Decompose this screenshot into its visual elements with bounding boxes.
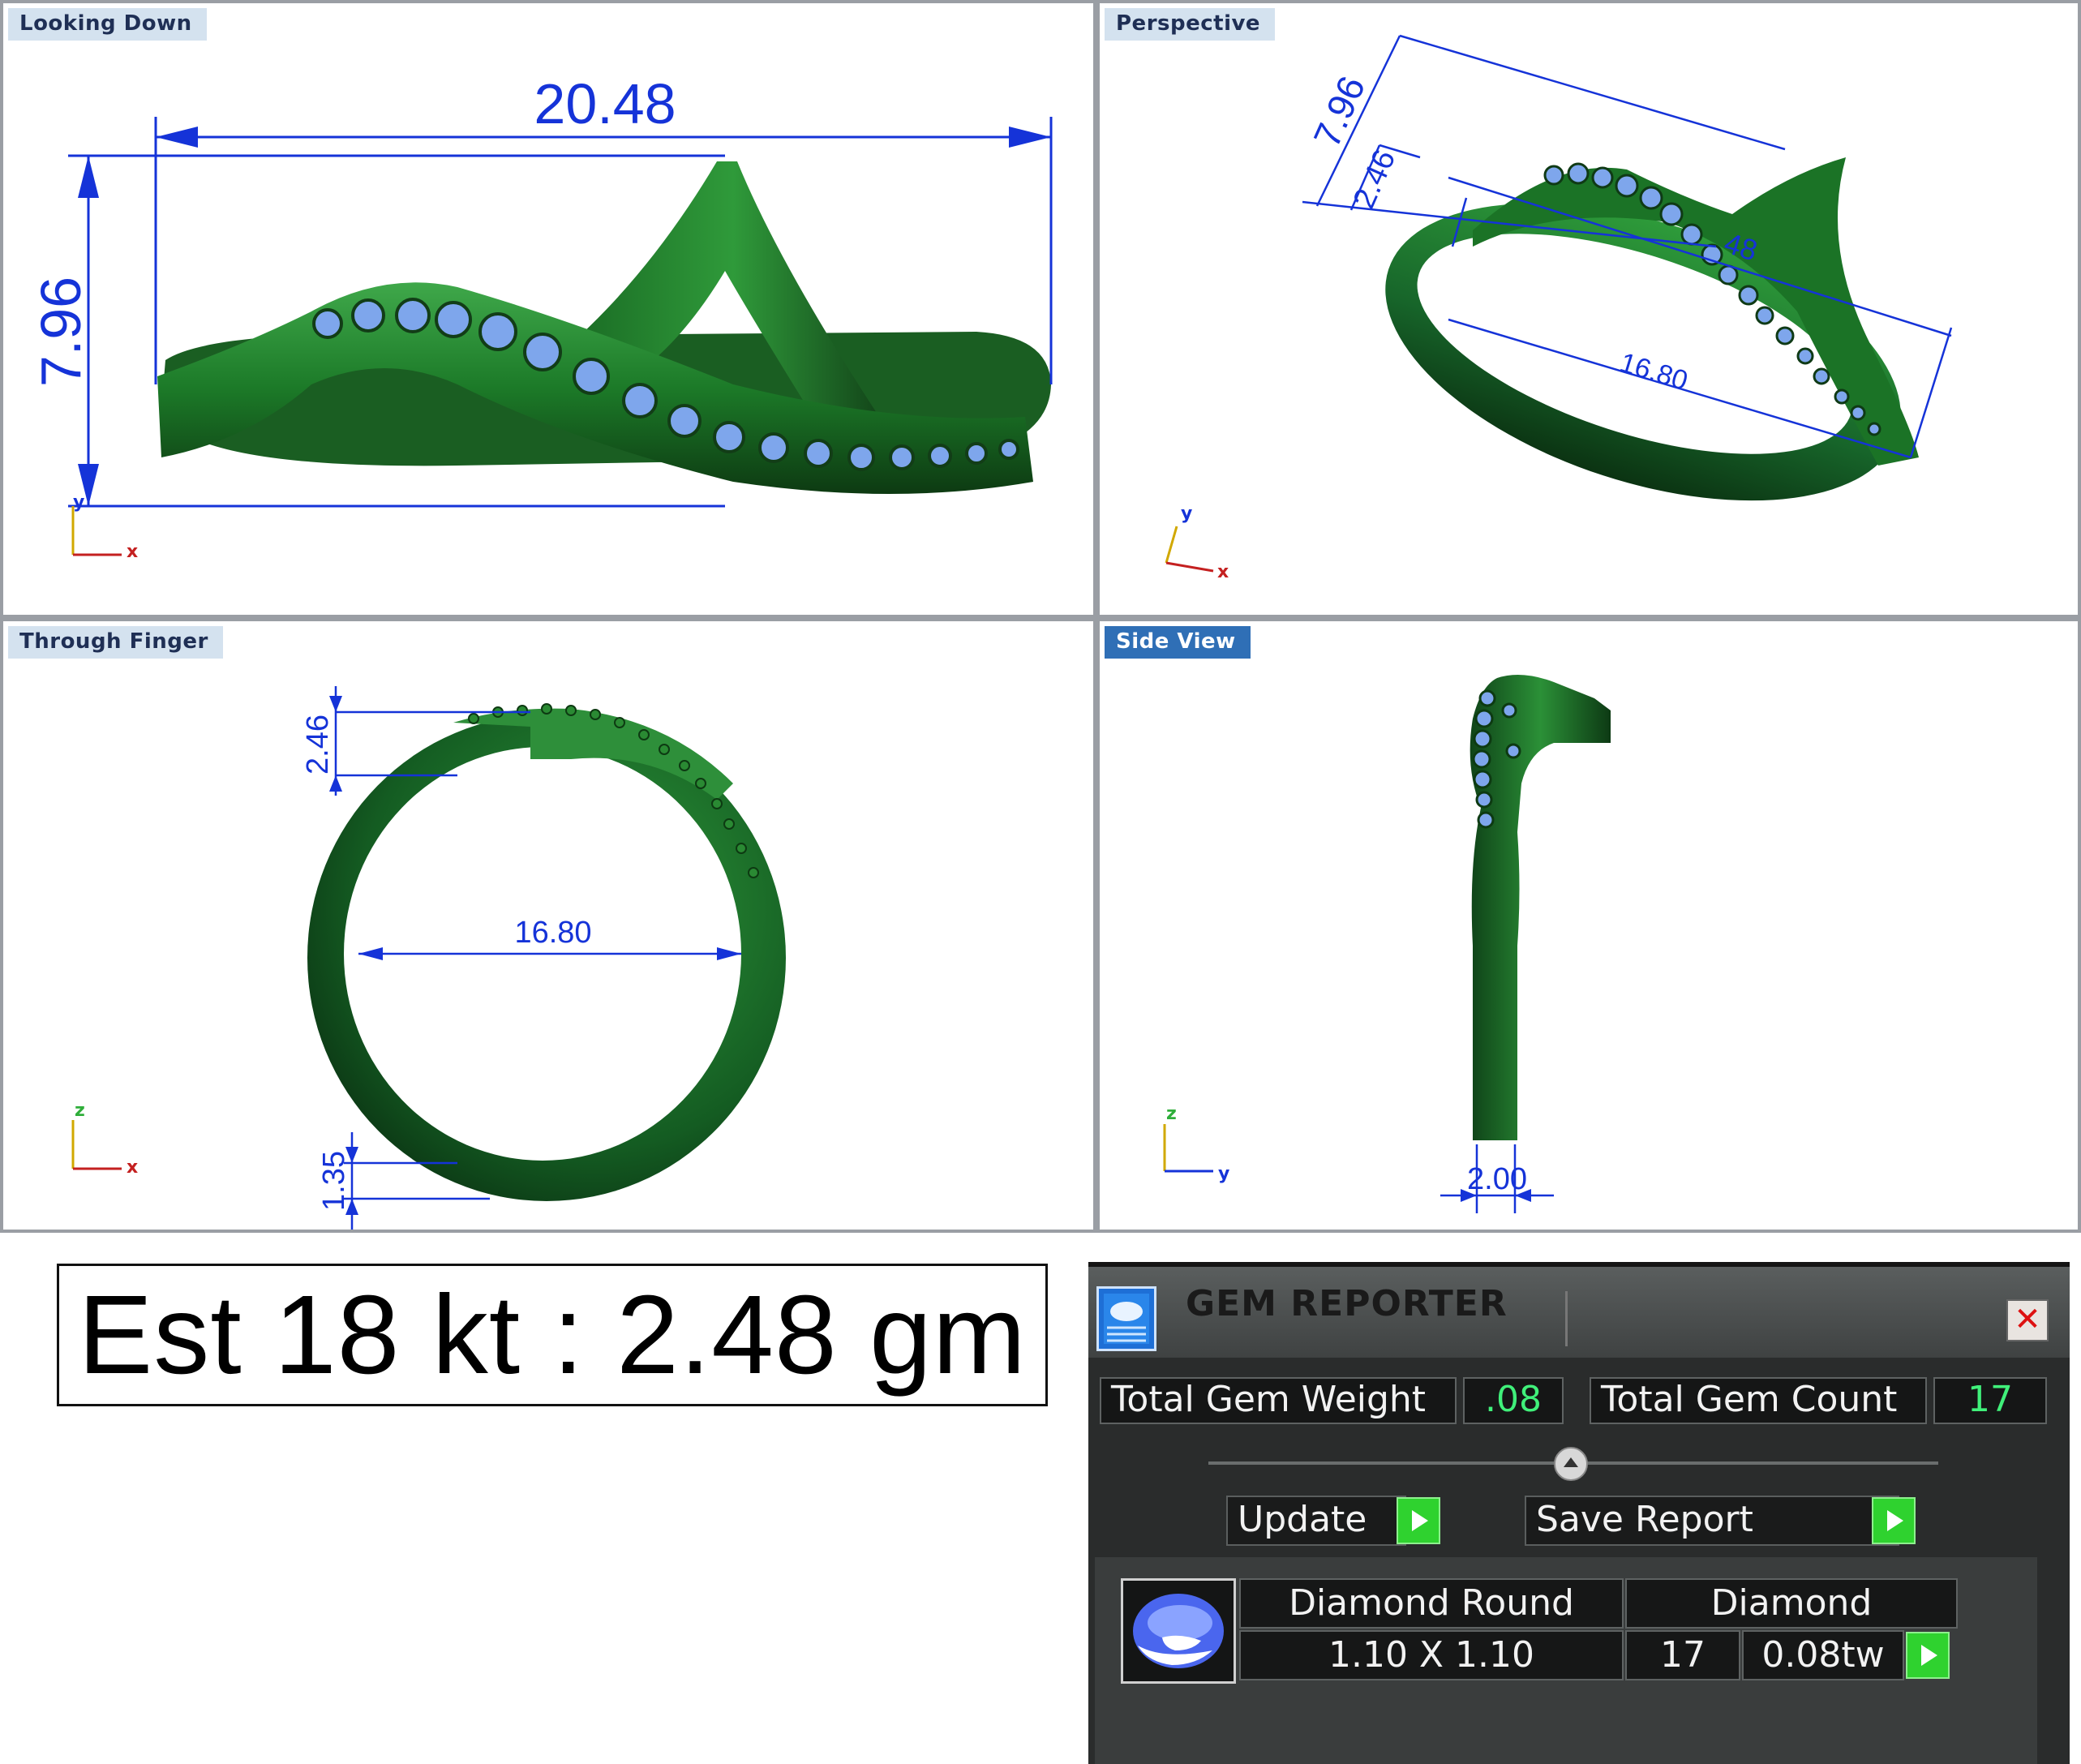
svg-text:z: z [1166, 1104, 1177, 1124]
dim-front-inner: 16.80 [514, 916, 591, 950]
svg-text:x: x [1217, 562, 1229, 582]
dim-front-bottom: 1.35 [317, 1151, 351, 1211]
viewport-looking-down[interactable]: 20.48 7.96 x y Looking Down [0, 0, 1096, 618]
viewport-label-looking-down[interactable]: Looking Down [8, 8, 207, 41]
update-button[interactable]: Update [1226, 1496, 1406, 1546]
viewport-side-view[interactable]: 2.00 y z Side View [1096, 618, 2081, 1233]
save-report-button[interactable]: Save Report [1525, 1496, 1899, 1546]
ring-render-top: 20.48 7.96 x y [29, 72, 1053, 562]
gem-row-play-icon[interactable] [1906, 1632, 1950, 1679]
save-report-play-icon[interactable] [1872, 1497, 1916, 1544]
total-gem-count-label: Total Gem Count [1590, 1377, 1927, 1424]
gem-count-cell[interactable]: 17 [1625, 1630, 1740, 1680]
close-icon[interactable]: ✕ [2006, 1299, 2049, 1341]
gem-reporter-logo-icon [1096, 1286, 1156, 1351]
gem-material-cell[interactable]: Diamond [1625, 1578, 1958, 1629]
total-gem-weight-value: .08 [1463, 1377, 1564, 1424]
axis-gizmo-side: y z [1163, 1104, 1229, 1184]
collapse-arrow-icon[interactable] [1554, 1447, 1588, 1481]
ring-render-perspective: 7.96 2.46 16.80 48 x y [1165, 34, 1953, 582]
svg-text:y: y [1181, 504, 1192, 524]
svg-text:y: y [1218, 1164, 1229, 1184]
viewport-through-finger[interactable]: 2.46 16.80 1.35 x z Through Finger [0, 618, 1096, 1233]
gem-weight-cell[interactable]: 0.08tw [1742, 1630, 1904, 1680]
round-diamond-icon [1133, 1594, 1224, 1668]
metal-weight-text: Est 18 kt : 2.48 gm [78, 1272, 1027, 1397]
total-gem-weight-label: Total Gem Weight [1100, 1377, 1457, 1424]
viewport-label-perspective[interactable]: Perspective [1105, 8, 1276, 41]
ring-render-side: 2.00 y z [1163, 675, 1611, 1213]
dim-top-width: 20.48 [534, 72, 676, 135]
gem-size-cell[interactable]: 1.10 X 1.10 [1239, 1630, 1624, 1680]
axis-gizmo-perspective: x y [1165, 504, 1229, 582]
title-divider [1565, 1291, 1568, 1346]
gem-list-scrollbar[interactable] [2037, 1557, 2062, 1764]
ring-render-front: 2.46 16.80 1.35 x z [71, 686, 786, 1230]
svg-text:z: z [75, 1101, 85, 1121]
dim-front-top: 2.46 [301, 715, 335, 775]
update-play-icon[interactable] [1397, 1497, 1440, 1544]
viewport-label-through-finger[interactable]: Through Finger [8, 626, 223, 659]
metal-weight-box: Est 18 kt : 2.48 gm [57, 1264, 1048, 1406]
gem-name-cell[interactable]: Diamond Round [1239, 1578, 1624, 1629]
axis-gizmo-front: x z [71, 1101, 138, 1178]
viewport-perspective[interactable]: 7.96 2.46 16.80 48 x y Perspective [1096, 0, 2081, 618]
svg-text:x: x [127, 1157, 138, 1178]
dim-top-height: 7.96 [29, 277, 92, 387]
axis-gizmo-top: x y [71, 492, 138, 562]
gem-reporter-title: GEM REPORTER [1186, 1283, 1508, 1324]
dim-persp-band: 2.46 [1347, 145, 1402, 214]
gem-thumbnail[interactable] [1121, 1578, 1236, 1684]
svg-text:y: y [73, 492, 84, 513]
dim-side-width: 2.00 [1467, 1162, 1527, 1196]
total-gem-count-value: 17 [1933, 1377, 2047, 1424]
viewport-label-side-view[interactable]: Side View [1105, 626, 1251, 659]
svg-text:x: x [127, 542, 138, 562]
gem-reporter-titlebar[interactable]: GEM REPORTER ✕ [1088, 1267, 2070, 1358]
